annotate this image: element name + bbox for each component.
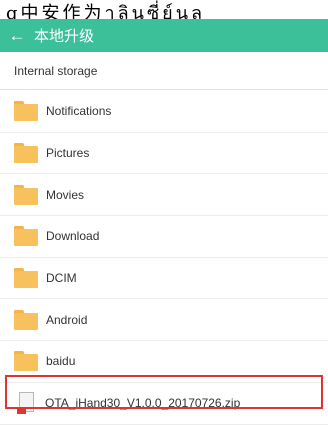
folder-icon <box>14 184 38 205</box>
folder-icon <box>14 143 38 164</box>
app-title: 本地升级 <box>34 27 95 45</box>
folder-item-movies[interactable]: Movies <box>0 174 328 217</box>
back-button[interactable]: ← <box>0 19 34 52</box>
folder-item-pictures[interactable]: Pictures <box>0 133 328 175</box>
folder-icon <box>14 226 38 247</box>
folder-label: baidu <box>46 354 76 369</box>
folder-item-download[interactable]: Download <box>0 216 328 258</box>
folder-label: Movies <box>46 187 85 202</box>
folder-label: Pictures <box>46 146 90 161</box>
folder-label: Download <box>46 229 100 244</box>
folder-label: Notifications <box>46 104 112 119</box>
file-item-ota-zip[interactable]: OTA_iHand30_V1.0.0_20170726.zip <box>0 383 328 425</box>
folder-icon <box>14 351 38 372</box>
app-bar: ← 本地升级 <box>0 19 328 52</box>
folder-icon <box>14 309 38 330</box>
folder-label: Android <box>46 312 88 327</box>
folder-item-baidu[interactable]: baidu <box>0 341 328 383</box>
folder-label: DCIM <box>46 271 77 286</box>
arrow-left-icon: ← <box>8 26 26 45</box>
folder-item-dcim[interactable]: DCIM <box>0 258 328 300</box>
storage-path: Internal storage <box>0 52 328 90</box>
folder-item-notifications[interactable]: Notifications <box>0 91 328 133</box>
folder-item-android[interactable]: Android <box>0 299 328 342</box>
file-list: Notifications Pictures Movies Download D… <box>0 91 328 425</box>
folder-icon <box>14 101 38 122</box>
file-label: OTA_iHand30_V1.0.0_20170726.zip <box>45 396 241 411</box>
folder-icon <box>14 268 38 289</box>
zip-file-icon <box>17 392 35 415</box>
top-caption-text: g中安作为าลินซี่ย์นล <box>0 0 328 24</box>
